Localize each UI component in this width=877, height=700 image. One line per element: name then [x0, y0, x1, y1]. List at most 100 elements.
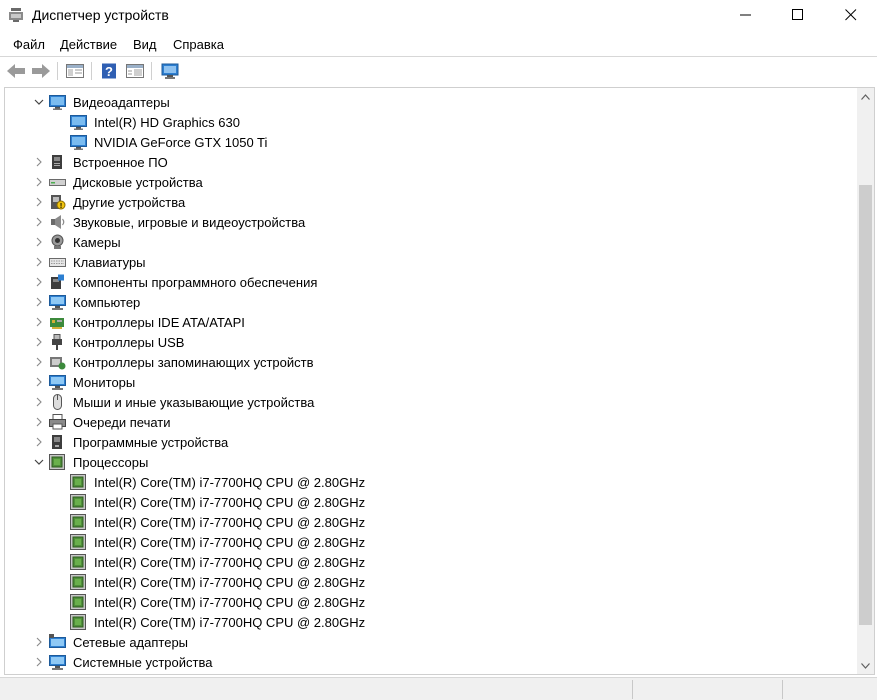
- properties-button[interactable]: [123, 59, 147, 83]
- forward-button[interactable]: [29, 59, 53, 83]
- speaker-icon: [51, 215, 65, 229]
- tree-category[interactable]: Контроллеры запоминающих устройств: [5, 352, 857, 372]
- tree-device[interactable]: Intel(R) Core(TM) i7-7700HQ CPU @ 2.80GH…: [5, 572, 857, 592]
- minimize-button[interactable]: [723, 0, 769, 30]
- close-button[interactable]: [828, 0, 874, 30]
- tree-device[interactable]: Intel(R) Core(TM) i7-7700HQ CPU @ 2.80GH…: [5, 492, 857, 512]
- show-hide-console-tree-button[interactable]: [63, 59, 87, 83]
- tree-category[interactable]: Встроенное ПО: [5, 152, 857, 172]
- tree-category[interactable]: Дисковые устройства: [5, 172, 857, 192]
- tree-category[interactable]: Контроллеры USB: [5, 332, 857, 352]
- printer-icon: [49, 414, 66, 430]
- chevron-right-icon[interactable]: [33, 376, 45, 388]
- vertical-scrollbar[interactable]: [857, 88, 874, 674]
- camera-icon: [51, 234, 64, 249]
- tree-item-label: Мониторы: [73, 375, 136, 390]
- tree-item-label: Дисковые устройства: [73, 175, 203, 190]
- tree-device[interactable]: Intel(R) Core(TM) i7-7700HQ CPU @ 2.80GH…: [5, 612, 857, 632]
- tree-category[interactable]: Контроллеры IDE ATA/ATAPI: [5, 312, 857, 332]
- chevron-right-icon[interactable]: [33, 296, 45, 308]
- chevron-right-icon[interactable]: [33, 336, 45, 348]
- toolbar-separator: [151, 62, 152, 80]
- network-adapter-icon: [49, 634, 66, 648]
- tree-item-label: Очереди печати: [73, 415, 171, 430]
- toolbar: ?: [0, 57, 877, 85]
- tree-category[interactable]: Звуковые, игровые и видеоустройства: [5, 212, 857, 232]
- tree-category[interactable]: Клавиатуры: [5, 252, 857, 272]
- tree-category[interactable]: Видеоадаптеры: [5, 92, 857, 112]
- menu-file[interactable]: Файл: [13, 37, 45, 52]
- console-tree-icon: [66, 64, 84, 78]
- scan-hardware-button[interactable]: [158, 59, 182, 83]
- chevron-right-icon[interactable]: [33, 436, 45, 448]
- maximize-button[interactable]: [775, 0, 821, 30]
- chevron-right-icon[interactable]: [33, 416, 45, 428]
- processor-icon: [70, 554, 86, 570]
- tree-device[interactable]: NVIDIA GeForce GTX 1050 Ti: [5, 132, 857, 152]
- tree-device[interactable]: Intel(R) HD Graphics 630: [5, 112, 857, 132]
- chevron-right-icon[interactable]: [33, 196, 45, 208]
- tree-item-label: Intel(R) Core(TM) i7-7700HQ CPU @ 2.80GH…: [94, 535, 366, 550]
- tree-item-label: Мыши и иные указывающие устройства: [73, 395, 315, 410]
- chevron-right-icon[interactable]: [33, 636, 45, 648]
- tree-device[interactable]: Intel(R) Core(TM) i7-7700HQ CPU @ 2.80GH…: [5, 552, 857, 572]
- tree-category[interactable]: Сетевые адаптеры: [5, 632, 857, 652]
- device-tree-panel: Видеоадаптеры Intel(R) HD Graphics 630 NVI…: [4, 87, 875, 675]
- chevron-right-icon[interactable]: [33, 236, 45, 248]
- scroll-up-button[interactable]: [857, 88, 874, 105]
- tree-category[interactable]: Программные устройства: [5, 432, 857, 452]
- tree-category[interactable]: Камеры: [5, 232, 857, 252]
- scroll-down-button[interactable]: [857, 657, 874, 674]
- tree-device[interactable]: Intel(R) Core(TM) i7-7700HQ CPU @ 2.80GH…: [5, 592, 857, 612]
- toolbar-separator: [91, 62, 92, 80]
- ide-controller-icon: [50, 318, 64, 329]
- chevron-up-icon: [861, 93, 870, 100]
- tree-device[interactable]: Intel(R) Core(TM) i7-7700HQ CPU @ 2.80GH…: [5, 532, 857, 552]
- chevron-right-icon[interactable]: [33, 276, 45, 288]
- menu-view[interactable]: Вид: [133, 37, 157, 52]
- chevron-right-icon[interactable]: [33, 356, 45, 368]
- status-divider: [782, 680, 783, 699]
- back-arrow-icon: [7, 64, 25, 78]
- properties-icon: [126, 64, 144, 78]
- monitor-icon: [49, 375, 66, 390]
- menu-help[interactable]: Справка: [173, 37, 224, 52]
- help-button[interactable]: ?: [97, 59, 121, 83]
- display-adapter-icon: [49, 95, 66, 110]
- chevron-right-icon[interactable]: [33, 316, 45, 328]
- chevron-right-icon[interactable]: [33, 216, 45, 228]
- mouse-icon: [53, 394, 62, 410]
- tree-item-label: Intel(R) HD Graphics 630: [94, 115, 240, 130]
- tree-item-label: Intel(R) Core(TM) i7-7700HQ CPU @ 2.80GH…: [94, 615, 366, 630]
- tree-category[interactable]: Очереди печати: [5, 412, 857, 432]
- processor-icon: [70, 574, 86, 590]
- chevron-right-icon[interactable]: [33, 176, 45, 188]
- minimize-icon: [740, 14, 751, 16]
- tree-category[interactable]: Компьютер: [5, 292, 857, 312]
- tree-category[interactable]: Мониторы: [5, 372, 857, 392]
- tree-device[interactable]: Intel(R) Core(TM) i7-7700HQ CPU @ 2.80GH…: [5, 472, 857, 492]
- tree-item-label: Компоненты программного обеспечения: [73, 275, 318, 290]
- device-manager-icon: [9, 8, 23, 22]
- tree-category[interactable]: Компоненты программного обеспечения: [5, 272, 857, 292]
- tree-category[interactable]: Системные устройства: [5, 652, 857, 672]
- chevron-down-icon[interactable]: [33, 96, 45, 108]
- back-button[interactable]: [4, 59, 28, 83]
- chevron-down-icon[interactable]: [33, 456, 45, 468]
- chevron-right-icon[interactable]: [33, 156, 45, 168]
- keyboard-icon: [49, 258, 66, 267]
- tree-category[interactable]: Мыши и иные указывающие устройства: [5, 392, 857, 412]
- chevron-right-icon[interactable]: [33, 256, 45, 268]
- scroll-thumb[interactable]: [859, 185, 872, 625]
- tree-item-label: Камеры: [73, 235, 121, 250]
- tree-category[interactable]: ! Другие устройства: [5, 192, 857, 212]
- tree-item-label: Intel(R) Core(TM) i7-7700HQ CPU @ 2.80GH…: [94, 515, 366, 530]
- chevron-right-icon[interactable]: [33, 656, 45, 668]
- tree-device[interactable]: Intel(R) Core(TM) i7-7700HQ CPU @ 2.80GH…: [5, 512, 857, 532]
- tree-item-label: Процессоры: [73, 455, 149, 470]
- display-adapter-icon: [70, 115, 87, 130]
- tree-item-label: Intel(R) Core(TM) i7-7700HQ CPU @ 2.80GH…: [94, 495, 366, 510]
- menu-action[interactable]: Действие: [60, 37, 117, 52]
- chevron-right-icon[interactable]: [33, 396, 45, 408]
- tree-category[interactable]: Процессоры: [5, 452, 857, 472]
